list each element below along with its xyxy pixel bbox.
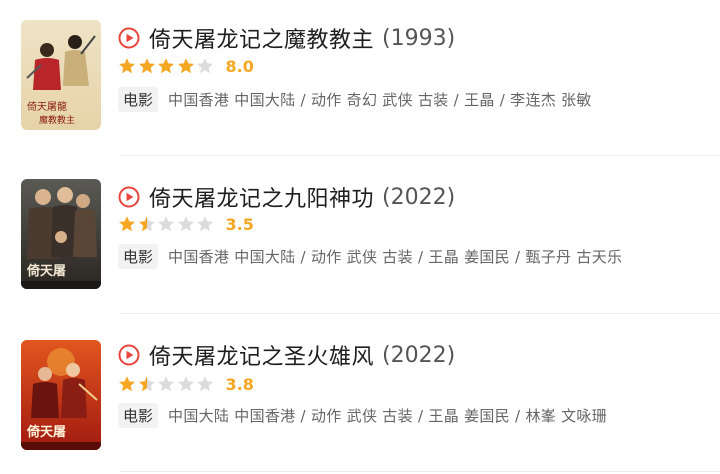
star-icon xyxy=(158,216,174,232)
movie-meta: 中国大陆 中国香港 / 动作 武侠 古装 / 王晶 姜国民 / 林峯 文咏珊 xyxy=(168,406,608,425)
star-icon xyxy=(119,58,135,74)
divider xyxy=(120,471,720,472)
poster-lettering: 倚天屠 xyxy=(26,424,66,440)
rating-score: 3.8 xyxy=(225,374,254,394)
meta-row: 电影 中国香港 中国大陆 / 动作 奇幻 武侠 古装 / 王晶 / 李连杰 张敏 xyxy=(118,86,592,112)
movie-poster[interactable]: 倚天屠 xyxy=(21,179,101,289)
svg-text:魔教教主: 魔教教主 xyxy=(39,114,75,126)
play-icon[interactable] xyxy=(118,344,140,366)
star-icon xyxy=(197,58,213,74)
movie-title[interactable]: 倚天屠龙记之魔教教主 xyxy=(149,22,374,54)
poster-image-1: 倚天屠龍 魔教教主 xyxy=(21,20,101,130)
rating-row: 8.0 xyxy=(118,56,254,76)
star-rating xyxy=(118,57,216,75)
title-row[interactable]: 倚天屠龙记之圣火雄风 (2022) xyxy=(118,339,455,371)
divider xyxy=(120,155,720,156)
meta-row: 电影 中国大陆 中国香港 / 动作 武侠 古装 / 王晶 姜国民 / 林峯 文咏… xyxy=(118,402,608,428)
type-tag: 电影 xyxy=(118,86,159,112)
star-icon xyxy=(197,216,213,232)
star-icon xyxy=(138,216,155,232)
star-rating xyxy=(118,215,216,233)
movie-title[interactable]: 倚天屠龙记之九阳神功 xyxy=(149,181,374,213)
movie-result-list: 倚天屠龍 魔教教主 倚天屠龙记之魔教教主 (1993) 8.0 电影 中国香港 … xyxy=(0,0,720,474)
movie-item[interactable]: 倚天屠 倚天屠龙记之九阳神功 (2022) 3.5 电影 中国香港 中国大陆 /… xyxy=(0,158,720,316)
star-icon xyxy=(177,58,194,74)
movie-year: (2022) xyxy=(382,184,456,210)
play-icon[interactable] xyxy=(118,186,140,208)
type-tag: 电影 xyxy=(118,243,159,269)
title-row[interactable]: 倚天屠龙记之魔教教主 (1993) xyxy=(118,22,455,54)
movie-title[interactable]: 倚天屠龙记之圣火雄风 xyxy=(149,339,374,371)
star-rating xyxy=(118,375,216,393)
star-icon xyxy=(158,58,174,74)
star-icon xyxy=(197,376,213,392)
divider xyxy=(120,313,720,314)
play-icon[interactable] xyxy=(118,27,140,49)
rating-score: 3.5 xyxy=(225,214,254,234)
rating-row: 3.8 xyxy=(118,374,254,394)
movie-item[interactable]: 倚天屠 倚天屠龙记之圣火雄风 (2022) 3.8 电影 中国大陆 中国香港 /… xyxy=(0,316,720,474)
title-row[interactable]: 倚天屠龙记之九阳神功 (2022) xyxy=(118,181,455,213)
poster-lettering: 倚天屠龍 xyxy=(27,100,67,113)
star-icon xyxy=(177,376,194,392)
poster-image-2: 倚天屠 xyxy=(21,179,101,289)
star-icon xyxy=(138,58,155,74)
star-icon xyxy=(119,216,135,232)
star-icon xyxy=(177,216,194,232)
star-icon xyxy=(119,376,135,392)
movie-year: (2022) xyxy=(382,342,456,368)
movie-poster[interactable]: 倚天屠龍 魔教教主 xyxy=(21,20,101,130)
movie-item[interactable]: 倚天屠龍 魔教教主 倚天屠龙记之魔教教主 (1993) 8.0 电影 中国香港 … xyxy=(0,0,720,158)
rating-score: 8.0 xyxy=(225,56,254,76)
movie-meta: 中国香港 中国大陆 / 动作 武侠 古装 / 王晶 姜国民 / 甄子丹 古天乐 xyxy=(168,247,623,266)
type-tag: 电影 xyxy=(118,402,159,428)
poster-lettering: 倚天屠 xyxy=(26,263,66,279)
movie-meta: 中国香港 中国大陆 / 动作 奇幻 武侠 古装 / 王晶 / 李连杰 张敏 xyxy=(168,90,592,109)
movie-poster[interactable]: 倚天屠 xyxy=(21,340,101,450)
poster-image-3: 倚天屠 xyxy=(21,340,101,450)
star-icon xyxy=(158,376,174,392)
star-icon xyxy=(138,376,155,392)
meta-row: 电影 中国香港 中国大陆 / 动作 武侠 古装 / 王晶 姜国民 / 甄子丹 古… xyxy=(118,243,623,269)
rating-row: 3.5 xyxy=(118,214,254,234)
movie-year: (1993) xyxy=(382,25,456,51)
